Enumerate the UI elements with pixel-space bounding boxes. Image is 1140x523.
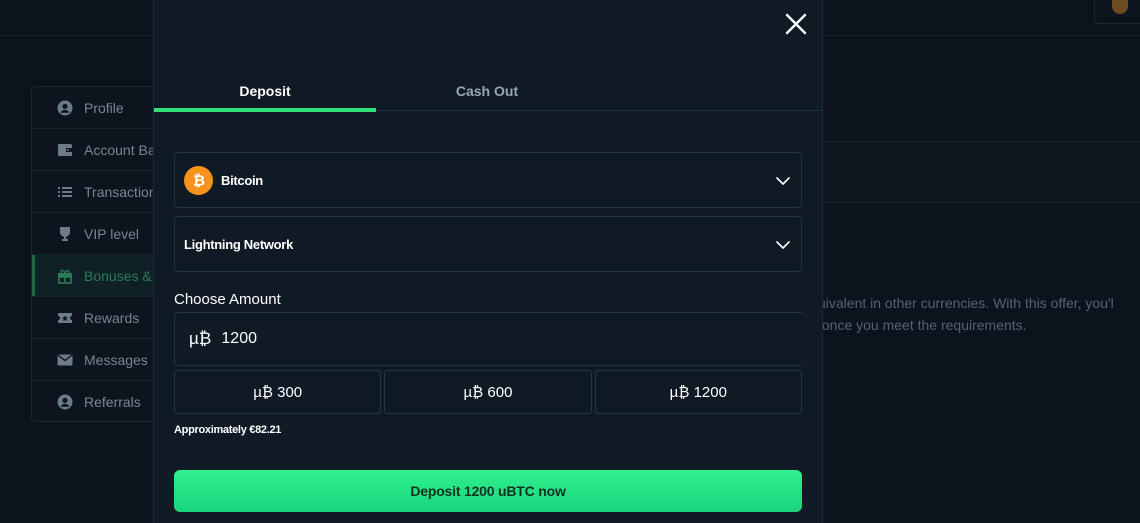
currency-select[interactable]: ₿ Bitcoin [174,152,802,208]
sidebar-item-rewards[interactable]: Rewards [32,297,170,339]
close-button[interactable] [782,10,810,38]
sidebar-item-account-balance[interactable]: Account Ba [32,129,170,171]
ticket-icon [56,309,74,327]
chevron-down-icon [776,177,790,185]
sidebar-item-vip-level[interactable]: VIP level [32,213,170,255]
deposit-modal: Deposit Cash Out ₿ Bitcoin Lightning Net… [153,0,823,523]
svg-text:₿: ₿ [192,172,204,190]
sidebar-item-label: Account Ba [84,141,156,158]
amount-value: 1200 [221,330,257,347]
sidebar-item-label: Transaction [84,183,157,200]
sidebar-item-referrals[interactable]: Referrals [32,381,170,423]
account-sidebar: Profile Account Ba Transaction VIP level… [31,86,171,422]
sidebar-item-label: Bonuses & [84,267,152,284]
bitcoin-icon [1112,0,1128,14]
sidebar-item-messages[interactable]: Messages [32,339,170,381]
sidebar-item-transactions[interactable]: Transaction [32,171,170,213]
divider [822,202,1140,203]
sidebar-item-label: Messages [84,351,148,368]
tab-deposit[interactable]: Deposit [154,70,376,112]
envelope-icon [56,351,74,369]
sidebar-item-label: VIP level [84,225,139,242]
network-select[interactable]: Lightning Network [174,216,802,272]
network-select-value: Lightning Network [184,236,293,252]
bonus-panel-header [822,142,1140,202]
wallet-icon [56,141,74,159]
user-circle-icon [56,99,74,117]
amount-presets: µ₿ 300 µ₿ 600 µ₿ 1200 [174,370,802,414]
list-icon [56,183,74,201]
user-circle-icon [56,393,74,411]
preset-300-button[interactable]: µ₿ 300 [174,370,382,414]
balance-widget[interactable] [1094,0,1140,24]
trophy-icon [56,225,74,243]
sidebar-item-label: Referrals [84,394,141,410]
sidebar-item-label: Profile [84,99,124,116]
close-icon [785,13,807,35]
sidebar-item-bonuses[interactable]: Bonuses & [32,255,170,297]
currency-select-value: Bitcoin [221,172,263,188]
preset-1200-button[interactable]: µ₿ 1200 [594,370,802,414]
approximate-value: Approximately €82.21 [174,424,282,436]
chevron-down-icon [776,241,790,249]
bitcoin-icon: ₿ [184,165,213,195]
preset-600-button[interactable]: µ₿ 600 [384,370,592,414]
tab-cash-out[interactable]: Cash Out [376,70,598,111]
amount-input[interactable]: µ₿ 1200 [174,312,802,366]
modal-tabs: Deposit Cash Out [154,70,822,112]
sidebar-item-label: Rewards [84,309,140,326]
sidebar-item-profile[interactable]: Profile [32,87,170,129]
gift-icon [56,267,74,285]
amount-unit: µ₿ [189,329,212,348]
choose-amount-label: Choose Amount [174,291,281,308]
deposit-now-button[interactable]: Deposit 1200 uBTC now [174,470,802,512]
bonus-description: uivalent in other currencies. With this … [818,295,1114,333]
